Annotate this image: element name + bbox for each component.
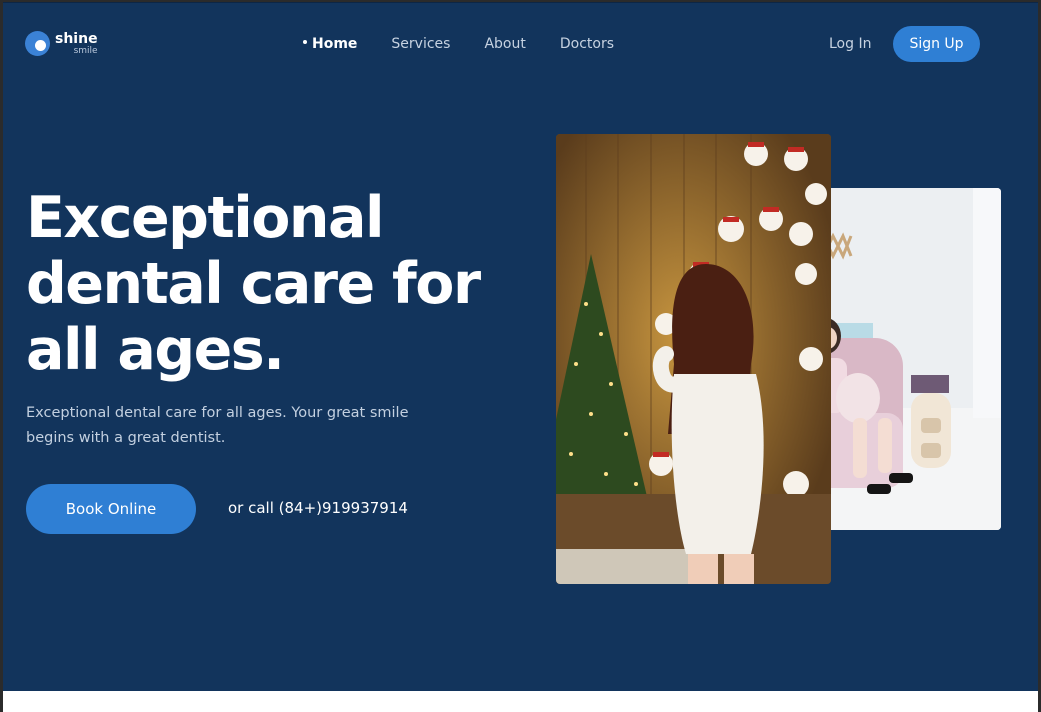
signup-button[interactable]: Sign Up <box>893 26 980 62</box>
nav-item-about[interactable]: About <box>484 36 525 52</box>
active-dot-icon <box>303 40 307 44</box>
logo-mark-icon <box>25 31 50 56</box>
main-nav: Home Services About Doctors <box>303 36 648 52</box>
headline-line-2: dental care for <box>26 251 481 317</box>
nav-item-doctors[interactable]: Doctors <box>560 36 614 52</box>
call-phone-text: or call (84+)919937914 <box>228 499 408 517</box>
login-link[interactable]: Log In <box>829 36 871 52</box>
christmas-photo-illustration <box>556 134 831 584</box>
headline-line-1: Exceptional <box>26 185 384 251</box>
book-online-button[interactable]: Book Online <box>26 484 196 534</box>
nav-item-home[interactable]: Home <box>303 36 357 52</box>
nav-item-services[interactable]: Services <box>391 36 450 52</box>
subtext-line-2: begins with a great dentist. <box>26 430 226 446</box>
headline-line-3: all ages. <box>26 317 285 383</box>
subtext-line-1: Exceptional dental care for all ages. Yo… <box>26 405 409 421</box>
logo[interactable]: shine smile <box>25 31 98 56</box>
logo-subtitle: smile <box>73 45 98 56</box>
hero-section: shine smile Home Services About Doctors … <box>3 2 1038 691</box>
christmas-photo <box>556 134 831 584</box>
hero-subtext: Exceptional dental care for all ages. Yo… <box>26 401 436 451</box>
logo-name: shine <box>55 30 98 47</box>
hero-headline: Exceptional dental care for all ages. <box>26 185 486 383</box>
